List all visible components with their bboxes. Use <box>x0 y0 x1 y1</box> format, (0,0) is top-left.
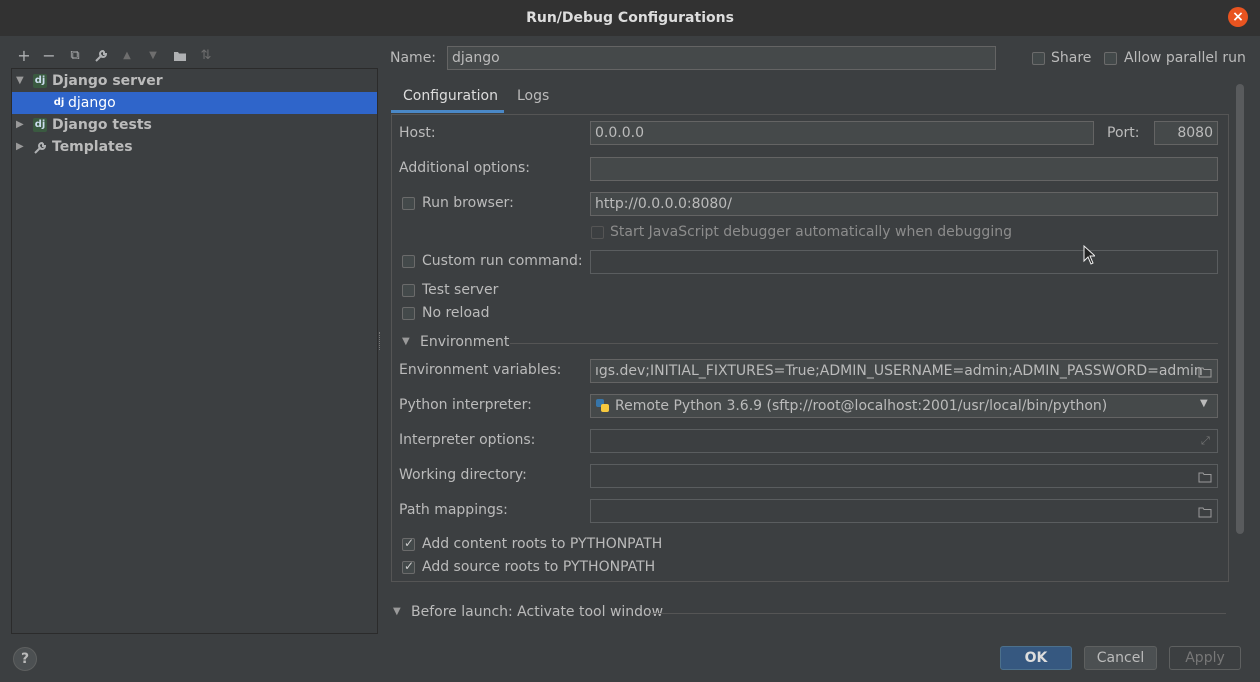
interpreter-options-field[interactable] <box>590 429 1218 453</box>
wrench-icon <box>33 140 47 162</box>
cancel-button[interactable]: Cancel <box>1084 646 1157 670</box>
tree-item-label: django <box>68 95 116 111</box>
source-roots-checkbox[interactable] <box>402 559 415 574</box>
content-roots-label: Add content roots to PYTHONPATH <box>422 536 663 552</box>
chevron-right-icon[interactable]: ▶ <box>16 114 24 136</box>
section-divider <box>650 613 1226 614</box>
tab-logs[interactable]: Logs <box>517 84 549 108</box>
port-label: Port: <box>1107 125 1140 141</box>
move-up-icon[interactable]: ▲ <box>117 45 137 67</box>
django-icon: dj <box>33 74 47 88</box>
environment-section-title[interactable]: Environment <box>420 330 509 354</box>
js-debugger-label: Start JavaScript debugger automatically … <box>610 224 1012 240</box>
chevron-down-icon[interactable]: ▼ <box>1200 398 1208 409</box>
tree-item-django[interactable]: dj django <box>12 92 377 114</box>
port-field[interactable]: 8080 <box>1154 121 1218 145</box>
additional-options-field[interactable] <box>590 157 1218 181</box>
django-icon: dj <box>33 118 47 132</box>
test-server-label: Test server <box>422 282 499 298</box>
chevron-down-icon[interactable]: ▼ <box>16 70 24 92</box>
configuration-tree[interactable]: ▼ dj Django server dj django ▶ dj Django… <box>11 68 378 634</box>
chevron-down-icon[interactable]: ▼ <box>393 606 401 617</box>
source-roots-label: Add source roots to PYTHONPATH <box>422 559 656 575</box>
tab-configuration[interactable]: Configuration <box>403 84 498 108</box>
tree-item-label: Django tests <box>52 117 152 133</box>
remove-icon[interactable]: − <box>39 45 59 67</box>
folder-icon[interactable] <box>170 45 190 67</box>
chevron-down-icon[interactable]: ▼ <box>402 336 410 347</box>
python-icon <box>596 399 609 412</box>
folder-icon[interactable] <box>1198 506 1212 522</box>
splitter-handle[interactable] <box>379 332 382 350</box>
folder-icon[interactable] <box>1198 366 1212 382</box>
name-label: Name: <box>390 50 437 66</box>
vertical-scrollbar[interactable] <box>1236 84 1244 534</box>
no-reload-checkbox[interactable] <box>402 307 415 320</box>
path-mappings-field[interactable] <box>590 499 1218 523</box>
content-roots-checkbox[interactable] <box>402 536 415 551</box>
name-field[interactable]: django <box>447 46 996 70</box>
custom-run-command-checkbox[interactable] <box>402 255 415 268</box>
tree-item-django-tests[interactable]: ▶ dj Django tests <box>12 114 377 136</box>
run-browser-checkbox[interactable] <box>402 197 415 210</box>
tree-item-templates[interactable]: ▶ Templates <box>12 136 377 158</box>
test-server-checkbox[interactable] <box>402 284 415 297</box>
add-icon[interactable]: + <box>14 45 34 67</box>
active-tab-indicator <box>391 110 504 113</box>
chevron-right-icon[interactable]: ▶ <box>16 136 24 158</box>
apply-button[interactable]: Apply <box>1169 646 1241 670</box>
window-title: Run/Debug Configurations <box>526 10 734 26</box>
wrench-icon[interactable] <box>91 45 111 67</box>
env-vars-field[interactable]: ıgs.dev;INITIAL_FIXTURES=True;ADMIN_USER… <box>590 359 1218 383</box>
copy-icon[interactable]: ⧉ <box>65 45 85 67</box>
python-interpreter-label: Python interpreter: <box>399 397 532 413</box>
run-browser-url-field[interactable]: http://0.0.0.0:8080/ <box>590 192 1218 216</box>
close-icon[interactable]: × <box>1228 7 1248 27</box>
env-vars-label: Environment variables: <box>399 362 562 378</box>
run-browser-label: Run browser: <box>422 195 514 211</box>
folder-icon[interactable] <box>1198 471 1212 487</box>
host-field[interactable]: 0.0.0.0 <box>590 121 1094 145</box>
help-button[interactable]: ? <box>13 647 37 671</box>
working-directory-label: Working directory: <box>399 467 527 483</box>
expand-icon[interactable]: ⤢ <box>1201 434 1210 448</box>
section-divider <box>510 343 1218 344</box>
move-down-icon[interactable]: ▼ <box>143 45 163 67</box>
sort-icon[interactable]: ⇅ <box>196 45 216 67</box>
additional-options-label: Additional options: <box>399 160 531 176</box>
python-interpreter-select[interactable]: Remote Python 3.6.9 (sftp://root@localho… <box>590 394 1218 418</box>
before-launch-title[interactable]: Before launch: Activate tool window <box>411 600 663 624</box>
tree-item-label: Templates <box>52 139 133 155</box>
custom-run-command-field[interactable] <box>590 250 1218 274</box>
django-icon: dj <box>53 97 65 108</box>
mouse-cursor-icon <box>1083 244 1097 269</box>
interpreter-options-label: Interpreter options: <box>399 432 536 448</box>
share-checkbox[interactable] <box>1032 52 1045 65</box>
tree-item-label: Django server <box>52 73 163 89</box>
share-label: Share <box>1051 50 1092 66</box>
no-reload-label: No reload <box>422 305 490 321</box>
ok-button[interactable]: OK <box>1000 646 1072 670</box>
parallel-run-checkbox[interactable] <box>1104 52 1117 65</box>
custom-run-command-label: Custom run command: <box>422 253 583 269</box>
tree-item-django-server[interactable]: ▼ dj Django server <box>12 70 377 92</box>
working-directory-field[interactable] <box>590 464 1218 488</box>
js-debugger-checkbox[interactable] <box>591 226 604 239</box>
host-label: Host: <box>399 125 436 141</box>
parallel-run-label: Allow parallel run <box>1124 50 1246 66</box>
path-mappings-label: Path mappings: <box>399 502 508 518</box>
